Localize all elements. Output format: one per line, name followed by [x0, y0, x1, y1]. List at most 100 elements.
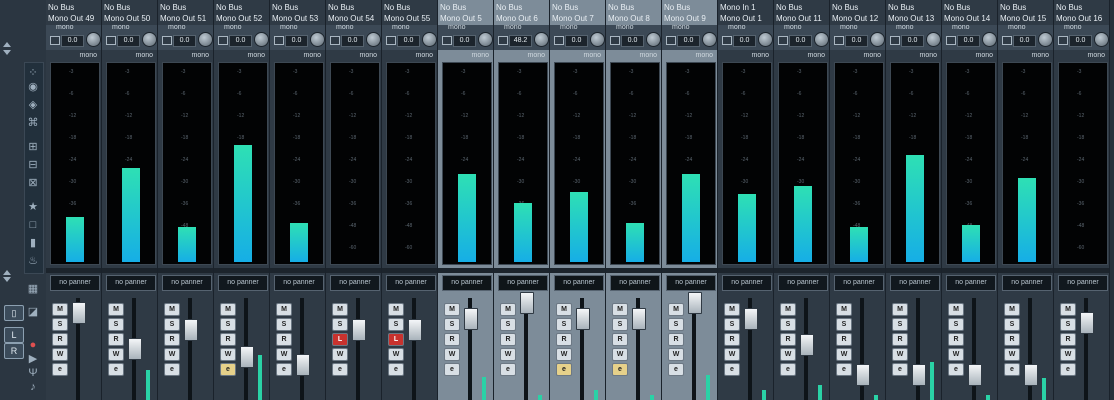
phase-button[interactable]	[162, 36, 172, 45]
star-icon[interactable]: ★	[26, 200, 40, 214]
gain-knob[interactable]	[478, 32, 493, 47]
panner-display[interactable]: no panner	[666, 275, 716, 291]
edit-button[interactable]: e	[444, 363, 460, 376]
panner-display[interactable]: no panner	[330, 275, 380, 291]
mute-button[interactable]: M	[444, 303, 460, 316]
gain-knob[interactable]	[198, 32, 213, 47]
solo-button[interactable]: S	[1004, 318, 1020, 331]
read-button[interactable]: R	[276, 333, 292, 346]
read-button[interactable]: R	[836, 333, 852, 346]
read-button[interactable]: R	[164, 333, 180, 346]
expand-arrow-icon[interactable]	[3, 270, 11, 275]
channel-input-label[interactable]: No Bus	[776, 2, 828, 13]
channel-output-label[interactable]: Mono Out 6	[496, 13, 548, 24]
toolbar-button[interactable]: L	[4, 327, 24, 343]
channel-output-label[interactable]: Mono Out 49	[48, 13, 100, 24]
channel-input-label[interactable]: No Bus	[160, 2, 212, 13]
channel-input-label[interactable]: No Bus	[944, 2, 996, 13]
meter-icon[interactable]: ▮	[26, 236, 40, 250]
mute-button[interactable]: M	[52, 303, 68, 316]
panner-display[interactable]: no panner	[274, 275, 324, 291]
panner-display[interactable]: no panner	[778, 275, 828, 291]
panner-display[interactable]: no panner	[834, 275, 884, 291]
gain-value[interactable]: 0.0	[901, 35, 924, 47]
channel-output-label[interactable]: Mono Out 54	[328, 13, 380, 24]
panner-display[interactable]: no panner	[946, 275, 996, 291]
write-button[interactable]: W	[948, 348, 964, 361]
record-icon[interactable]: ●	[26, 338, 40, 352]
tuner-icon[interactable]: ♨	[26, 254, 40, 268]
fx-icon[interactable]: Ψ	[26, 366, 40, 380]
volume-fader[interactable]	[744, 308, 758, 330]
channel-output-label[interactable]: Mono Out 11	[776, 13, 828, 24]
read-button[interactable]: R	[724, 333, 740, 346]
gain-value[interactable]: 0.0	[285, 35, 308, 47]
gain-knob[interactable]	[814, 32, 829, 47]
panner-display[interactable]: no panner	[1002, 275, 1052, 291]
channel-input-label[interactable]: No Bus	[272, 2, 324, 13]
gain-knob[interactable]	[926, 32, 941, 47]
channel-output-label[interactable]: Mono Out 5	[440, 13, 492, 24]
volume-fader[interactable]	[576, 308, 590, 330]
mute-button[interactable]: M	[780, 303, 796, 316]
volume-fader[interactable]	[128, 337, 142, 360]
mute-button[interactable]: M	[836, 303, 852, 316]
panner-display[interactable]: no panner	[386, 275, 436, 291]
mute-button[interactable]: M	[724, 303, 740, 316]
gain-value[interactable]: 0.0	[1013, 35, 1036, 47]
write-button[interactable]: W	[220, 348, 236, 361]
gain-value[interactable]: 0.0	[1069, 35, 1092, 47]
gain-knob[interactable]	[86, 32, 101, 47]
volume-fader[interactable]	[240, 345, 254, 368]
gain-knob[interactable]	[590, 32, 605, 47]
gain-value[interactable]: 0.0	[845, 35, 868, 47]
channel-input-label[interactable]: No Bus	[664, 2, 716, 13]
expand-icon[interactable]: ◉	[26, 80, 40, 94]
gain-knob[interactable]	[534, 32, 549, 47]
gain-knob[interactable]	[702, 32, 717, 47]
channel-input-label[interactable]: No Bus	[384, 2, 436, 13]
collapse-arrow-icon[interactable]	[3, 50, 11, 55]
volume-fader[interactable]	[352, 319, 366, 342]
read-button[interactable]: R	[1004, 333, 1020, 346]
edit-button[interactable]: e	[668, 363, 684, 376]
write-button[interactable]: W	[276, 348, 292, 361]
channel-output-label[interactable]: Mono Out 13	[888, 13, 940, 24]
panner-display[interactable]: no panner	[218, 275, 268, 291]
write-button[interactable]: W	[108, 348, 124, 361]
channel-output-label[interactable]: Mono Out 8	[608, 13, 660, 24]
panner-display[interactable]: no panner	[50, 275, 100, 291]
gain-knob[interactable]	[1094, 32, 1109, 47]
panner-display[interactable]: no panner	[442, 275, 492, 291]
volume-fader[interactable]	[856, 364, 870, 386]
split-icon[interactable]: ◪	[26, 305, 40, 319]
read-button[interactable]: R	[1060, 333, 1076, 346]
grid-icon[interactable]: ▦	[26, 282, 40, 296]
read-button[interactable]: R	[556, 333, 572, 346]
gain-value[interactable]: 0.0	[341, 35, 364, 47]
toolbar-button[interactable]: ▯	[4, 305, 24, 321]
channel-input-label[interactable]: No Bus	[496, 2, 548, 13]
routing-icon[interactable]: ⊞	[26, 140, 40, 154]
panner-display[interactable]: no panner	[162, 275, 212, 291]
volume-fader[interactable]	[968, 364, 982, 386]
phase-button[interactable]	[946, 36, 956, 45]
gain-knob[interactable]	[982, 32, 997, 47]
gain-value[interactable]: 0.0	[61, 35, 84, 47]
routing3-icon[interactable]: ⊠	[26, 176, 40, 190]
phase-button[interactable]	[1058, 36, 1068, 45]
write-button[interactable]: W	[500, 348, 516, 361]
gain-knob[interactable]	[422, 32, 437, 47]
solo-button[interactable]: S	[500, 318, 516, 331]
volume-fader[interactable]	[296, 354, 310, 377]
read-button[interactable]: R	[52, 333, 68, 346]
write-button[interactable]: W	[444, 348, 460, 361]
edit-button[interactable]: e	[108, 363, 124, 376]
write-button[interactable]: W	[164, 348, 180, 361]
edit-button[interactable]: e	[332, 363, 348, 376]
solo-button[interactable]: S	[164, 318, 180, 331]
phase-button[interactable]	[554, 36, 564, 45]
channel-output-label[interactable]: Mono Out 51	[160, 13, 212, 24]
channel-input-label[interactable]: No Bus	[608, 2, 660, 13]
read-button[interactable]: R	[892, 333, 908, 346]
